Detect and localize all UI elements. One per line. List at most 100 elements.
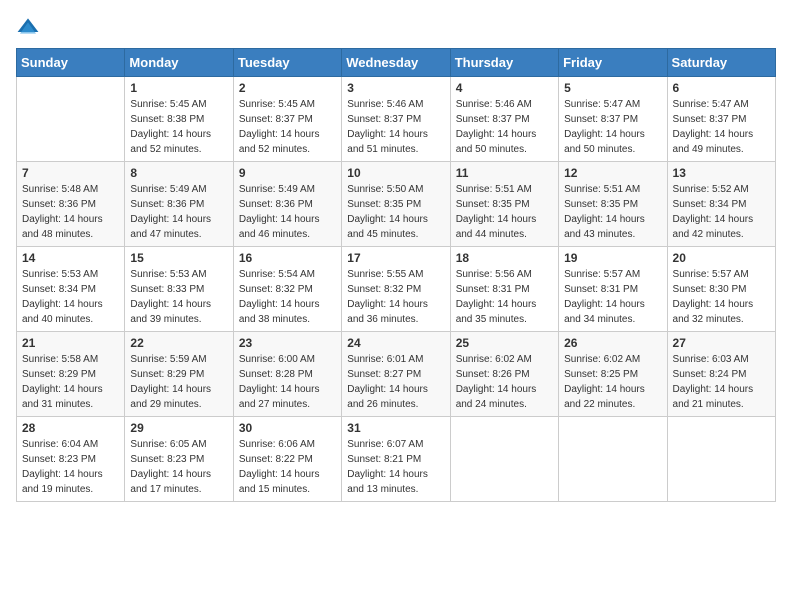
day-number: 19 (564, 251, 661, 265)
day-info: Sunrise: 5:48 AM Sunset: 8:36 PM Dayligh… (22, 182, 119, 242)
calendar-cell: 8 Sunrise: 5:49 AM Sunset: 8:36 PM Daylig… (125, 162, 233, 247)
day-number: 6 (673, 81, 770, 95)
day-info: Sunrise: 5:50 AM Sunset: 8:35 PM Dayligh… (347, 182, 444, 242)
calendar-cell: 24Sunrise: 6:01 AM Sunset: 8:27 PM Dayli… (342, 332, 450, 417)
calendar-cell: 7 Sunrise: 5:48 AM Sunset: 8:36 PM Daylig… (17, 162, 125, 247)
calendar-cell: 5 Sunrise: 5:47 AM Sunset: 8:37 PM Daylig… (559, 77, 667, 162)
calendar-day-header: Saturday (667, 49, 775, 77)
calendar-day-header: Tuesday (233, 49, 341, 77)
day-number: 8 (130, 166, 227, 180)
day-number: 11 (456, 166, 553, 180)
calendar-day-header: Thursday (450, 49, 558, 77)
day-number: 1 (130, 81, 227, 95)
calendar-cell: 17 Sunrise: 5:55 AM Sunset: 8:32 PM Dayli… (342, 247, 450, 332)
day-number: 16 (239, 251, 336, 265)
day-info: Sunrise: 5:46 AM Sunset: 8:37 PM Dayligh… (347, 97, 444, 157)
calendar-day-header: Friday (559, 49, 667, 77)
day-number: 29 (130, 421, 227, 435)
day-number: 4 (456, 81, 553, 95)
day-info: Sunrise: 6:00 AM Sunset: 8:28 PM Dayligh… (239, 352, 336, 412)
calendar-cell: 26Sunrise: 6:02 AM Sunset: 8:25 PM Dayli… (559, 332, 667, 417)
calendar-cell: 16 Sunrise: 5:54 AM Sunset: 8:32 PM Dayli… (233, 247, 341, 332)
day-number: 5 (564, 81, 661, 95)
day-info: Sunrise: 5:57 AM Sunset: 8:30 PM Dayligh… (673, 267, 770, 327)
calendar-week-row: 1 Sunrise: 5:45 AM Sunset: 8:38 PM Daylig… (17, 77, 776, 162)
day-info: Sunrise: 5:55 AM Sunset: 8:32 PM Dayligh… (347, 267, 444, 327)
day-info: Sunrise: 5:59 AM Sunset: 8:29 PM Dayligh… (130, 352, 227, 412)
day-info: Sunrise: 5:47 AM Sunset: 8:37 PM Dayligh… (564, 97, 661, 157)
logo-icon (16, 16, 40, 40)
calendar-week-row: 7 Sunrise: 5:48 AM Sunset: 8:36 PM Daylig… (17, 162, 776, 247)
day-number: 21 (22, 336, 119, 350)
day-info: Sunrise: 6:04 AM Sunset: 8:23 PM Dayligh… (22, 437, 119, 497)
header (16, 16, 776, 40)
calendar-cell: 11 Sunrise: 5:51 AM Sunset: 8:35 PM Dayli… (450, 162, 558, 247)
day-info: Sunrise: 5:54 AM Sunset: 8:32 PM Dayligh… (239, 267, 336, 327)
calendar-cell (17, 77, 125, 162)
calendar-cell: 23Sunrise: 6:00 AM Sunset: 8:28 PM Dayli… (233, 332, 341, 417)
day-info: Sunrise: 5:51 AM Sunset: 8:35 PM Dayligh… (456, 182, 553, 242)
calendar-header-row: SundayMondayTuesdayWednesdayThursdayFrid… (17, 49, 776, 77)
calendar-body: 1 Sunrise: 5:45 AM Sunset: 8:38 PM Daylig… (17, 77, 776, 502)
day-info: Sunrise: 5:53 AM Sunset: 8:34 PM Dayligh… (22, 267, 119, 327)
calendar-cell: 30 Sunrise: 6:06 AM Sunset: 8:22 PM Dayli… (233, 417, 341, 502)
day-info: Sunrise: 5:49 AM Sunset: 8:36 PM Dayligh… (239, 182, 336, 242)
day-number: 31 (347, 421, 444, 435)
day-number: 2 (239, 81, 336, 95)
calendar-cell: 1 Sunrise: 5:45 AM Sunset: 8:38 PM Daylig… (125, 77, 233, 162)
day-number: 13 (673, 166, 770, 180)
calendar-week-row: 21Sunrise: 5:58 AM Sunset: 8:29 PM Dayli… (17, 332, 776, 417)
day-number: 27 (673, 336, 770, 350)
calendar-day-header: Sunday (17, 49, 125, 77)
calendar-cell: 12Sunrise: 5:51 AM Sunset: 8:35 PM Dayli… (559, 162, 667, 247)
day-number: 30 (239, 421, 336, 435)
calendar-cell: 18 Sunrise: 5:56 AM Sunset: 8:31 PM Dayli… (450, 247, 558, 332)
day-number: 9 (239, 166, 336, 180)
day-number: 25 (456, 336, 553, 350)
day-number: 10 (347, 166, 444, 180)
day-number: 18 (456, 251, 553, 265)
day-info: Sunrise: 5:49 AM Sunset: 8:36 PM Dayligh… (130, 182, 227, 242)
calendar-cell: 21Sunrise: 5:58 AM Sunset: 8:29 PM Dayli… (17, 332, 125, 417)
day-info: Sunrise: 5:45 AM Sunset: 8:38 PM Dayligh… (130, 97, 227, 157)
calendar-cell: 13 Sunrise: 5:52 AM Sunset: 8:34 PM Dayli… (667, 162, 775, 247)
day-info: Sunrise: 5:57 AM Sunset: 8:31 PM Dayligh… (564, 267, 661, 327)
calendar-cell: 29 Sunrise: 6:05 AM Sunset: 8:23 PM Dayli… (125, 417, 233, 502)
calendar-cell: 20 Sunrise: 5:57 AM Sunset: 8:30 PM Dayli… (667, 247, 775, 332)
calendar-day-header: Monday (125, 49, 233, 77)
calendar-table: SundayMondayTuesdayWednesdayThursdayFrid… (16, 48, 776, 502)
day-info: Sunrise: 6:05 AM Sunset: 8:23 PM Dayligh… (130, 437, 227, 497)
calendar-cell: 19 Sunrise: 5:57 AM Sunset: 8:31 PM Dayli… (559, 247, 667, 332)
calendar-cell (559, 417, 667, 502)
calendar-week-row: 28Sunrise: 6:04 AM Sunset: 8:23 PM Dayli… (17, 417, 776, 502)
day-info: Sunrise: 5:53 AM Sunset: 8:33 PM Dayligh… (130, 267, 227, 327)
day-info: Sunrise: 6:03 AM Sunset: 8:24 PM Dayligh… (673, 352, 770, 412)
day-info: Sunrise: 6:06 AM Sunset: 8:22 PM Dayligh… (239, 437, 336, 497)
day-info: Sunrise: 5:56 AM Sunset: 8:31 PM Dayligh… (456, 267, 553, 327)
day-number: 26 (564, 336, 661, 350)
day-info: Sunrise: 5:46 AM Sunset: 8:37 PM Dayligh… (456, 97, 553, 157)
day-number: 14 (22, 251, 119, 265)
calendar-cell: 27 Sunrise: 6:03 AM Sunset: 8:24 PM Dayli… (667, 332, 775, 417)
calendar-cell: 14 Sunrise: 5:53 AM Sunset: 8:34 PM Dayli… (17, 247, 125, 332)
day-info: Sunrise: 5:52 AM Sunset: 8:34 PM Dayligh… (673, 182, 770, 242)
day-info: Sunrise: 5:45 AM Sunset: 8:37 PM Dayligh… (239, 97, 336, 157)
day-number: 7 (22, 166, 119, 180)
day-number: 20 (673, 251, 770, 265)
day-info: Sunrise: 5:51 AM Sunset: 8:35 PM Dayligh… (564, 182, 661, 242)
calendar-cell: 25 Sunrise: 6:02 AM Sunset: 8:26 PM Dayli… (450, 332, 558, 417)
calendar-cell: 22 Sunrise: 5:59 AM Sunset: 8:29 PM Dayli… (125, 332, 233, 417)
day-info: Sunrise: 5:47 AM Sunset: 8:37 PM Dayligh… (673, 97, 770, 157)
day-number: 22 (130, 336, 227, 350)
day-info: Sunrise: 6:01 AM Sunset: 8:27 PM Dayligh… (347, 352, 444, 412)
calendar-cell: 9 Sunrise: 5:49 AM Sunset: 8:36 PM Daylig… (233, 162, 341, 247)
day-number: 17 (347, 251, 444, 265)
calendar-cell: 4 Sunrise: 5:46 AM Sunset: 8:37 PM Daylig… (450, 77, 558, 162)
day-info: Sunrise: 6:07 AM Sunset: 8:21 PM Dayligh… (347, 437, 444, 497)
calendar-cell: 15Sunrise: 5:53 AM Sunset: 8:33 PM Dayli… (125, 247, 233, 332)
calendar-cell (450, 417, 558, 502)
day-info: Sunrise: 6:02 AM Sunset: 8:26 PM Dayligh… (456, 352, 553, 412)
calendar-cell: 6 Sunrise: 5:47 AM Sunset: 8:37 PM Daylig… (667, 77, 775, 162)
calendar-cell (667, 417, 775, 502)
calendar-cell: 28Sunrise: 6:04 AM Sunset: 8:23 PM Dayli… (17, 417, 125, 502)
